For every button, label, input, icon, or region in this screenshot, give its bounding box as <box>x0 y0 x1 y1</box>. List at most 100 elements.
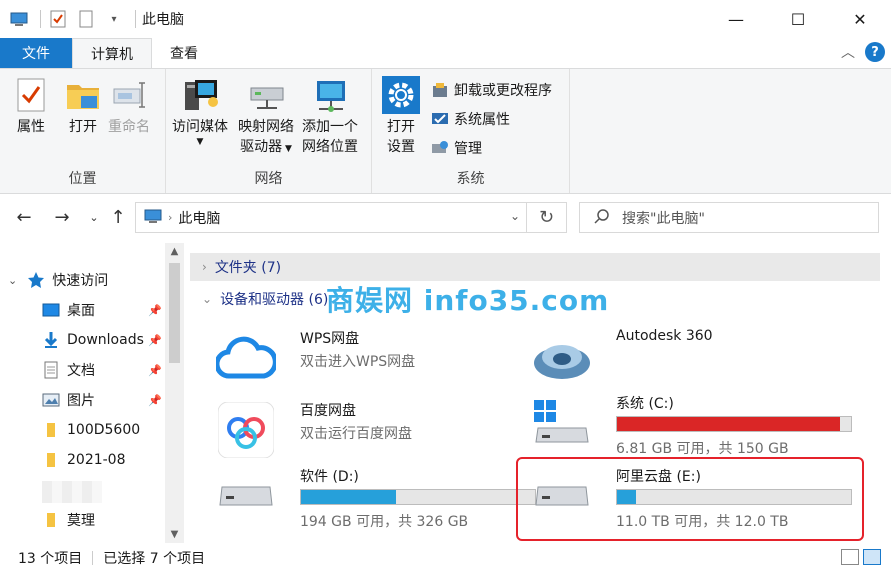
folders-section-header[interactable]: › 文件夹 (7) <box>190 253 880 281</box>
picture-icon <box>42 391 60 409</box>
ribbon: 属性 打开 重命名 位置 访问媒体 ▼ 映射网络 驱动器 ▼ 添加一个 网络位置… <box>0 68 891 194</box>
forward-button[interactable]: → <box>50 205 74 229</box>
tile-subtitle: 双击进入WPS网盘 <box>300 354 416 370</box>
system-properties-icon <box>430 109 450 129</box>
devices-section-header[interactable]: ⌄ 设备和驱动器 (6) <box>190 285 328 313</box>
computer-icon[interactable] <box>8 8 30 30</box>
search-icon <box>594 208 610 228</box>
help-icon[interactable]: ? <box>865 42 885 62</box>
drive-usage-bar <box>616 416 852 432</box>
tile-drive-d[interactable]: 软件 (D:) 194 GB 可用，共 326 GB <box>214 461 544 531</box>
customize-toolbar-chevron-icon[interactable]: ▾ <box>103 8 125 30</box>
drive-free-space: 194 GB 可用，共 326 GB <box>300 514 469 530</box>
nav-item-folder[interactable]: 2021-08 <box>42 445 126 475</box>
uninstall-programs-button[interactable]: 卸载或更改程序 <box>430 77 552 103</box>
separator <box>40 10 41 28</box>
back-button[interactable]: ← <box>12 205 36 229</box>
scrollbar-thumb[interactable] <box>169 263 180 363</box>
nav-label: 莫理 <box>67 513 95 529</box>
open-button[interactable]: 打开 <box>64 75 102 137</box>
desktop-icon <box>42 301 60 319</box>
system-drive-icon <box>530 392 594 454</box>
pin-icon[interactable]: 📌 <box>148 364 162 377</box>
nav-item-downloads[interactable]: Downloads 📌 <box>42 325 162 355</box>
settings-gear-icon <box>382 75 420 115</box>
hard-drive-icon <box>214 465 278 527</box>
add-location-label-2: 网络位置 <box>302 139 358 155</box>
tab-view[interactable]: 查看 <box>152 38 216 68</box>
uninstall-icon <box>430 80 450 100</box>
expand-chevron-icon[interactable]: › <box>202 260 207 274</box>
nav-item-documents[interactable]: 文档 📌 <box>42 355 162 385</box>
nav-item-folder[interactable]: 100D5600 <box>42 415 140 445</box>
selected-count: 已选择 7 个项目 <box>103 550 206 567</box>
folder-open-icon <box>64 75 102 115</box>
map-network-drive-button[interactable]: 映射网络 驱动器 ▼ <box>238 75 294 159</box>
breadcrumb-chevron-icon[interactable]: › <box>168 211 172 224</box>
watermark: 商娱网 info35.com <box>326 284 610 317</box>
tab-file[interactable]: 文件 <box>0 38 72 68</box>
search-box[interactable]: 搜索"此电脑" <box>579 202 879 233</box>
ribbon-group-location: 属性 打开 重命名 位置 <box>0 69 166 193</box>
tile-drive-c[interactable]: 系统 (C:) 6.81 GB 可用，共 150 GB <box>530 388 860 458</box>
title-bar: ▾ 此电脑 — ☐ ✕ <box>0 0 891 38</box>
pin-icon[interactable]: 📌 <box>148 394 162 407</box>
tab-computer[interactable]: 计算机 <box>72 38 152 69</box>
details-view-icon[interactable] <box>841 549 859 565</box>
up-button[interactable]: ↑ <box>106 205 130 229</box>
ribbon-group-network: 访问媒体 ▼ 映射网络 驱动器 ▼ 添加一个 网络位置 网络 <box>166 69 372 193</box>
add-location-label-1: 添加一个 <box>302 119 358 135</box>
tile-autodesk-360[interactable]: Autodesk 360 <box>530 323 860 393</box>
scroll-down-icon[interactable]: ▼ <box>165 529 184 540</box>
map-drive-label-2: 驱动器 <box>240 139 283 155</box>
add-network-location-button[interactable]: 添加一个 网络位置 <box>302 75 358 157</box>
drive-name: 系统 (C:) <box>616 396 674 412</box>
item-count: 13 个项目 <box>18 550 83 567</box>
new-folder-icon[interactable] <box>75 8 97 30</box>
separator <box>135 10 136 28</box>
nav-label: Downloads <box>67 332 144 348</box>
pin-icon[interactable]: 📌 <box>148 304 162 317</box>
nav-quick-access[interactable]: ⌄ 快速访问 <box>8 265 108 295</box>
nav-label: 2021-08 <box>67 452 126 468</box>
properties-icon[interactable] <box>47 8 69 30</box>
open-settings-button[interactable]: 打开 设置 <box>382 75 420 157</box>
address-path: 此电脑 <box>178 210 221 227</box>
close-button[interactable]: ✕ <box>829 0 891 38</box>
address-dropdown-icon[interactable]: ⌄ <box>510 209 520 223</box>
maximize-button[interactable]: ☐ <box>767 0 829 38</box>
window-controls: — ☐ ✕ <box>705 0 891 38</box>
collapse-chevron-icon[interactable]: ⌄ <box>202 292 212 306</box>
system-properties-button[interactable]: 系统属性 <box>430 106 510 132</box>
access-media-button[interactable]: 访问媒体 ▼ <box>172 75 228 147</box>
properties-label: 属性 <box>17 119 45 135</box>
nav-label: 快速访问 <box>52 273 109 289</box>
rename-label: 重命名 <box>108 119 150 135</box>
manage-label: 管理 <box>454 141 482 157</box>
tile-wps-cloud[interactable]: WPS网盘 双击进入WPS网盘 <box>214 323 544 393</box>
refresh-button[interactable]: ↻ <box>527 202 567 233</box>
pin-icon[interactable]: 📌 <box>148 334 162 347</box>
tile-baidu-netdisk[interactable]: 百度网盘 双击运行百度网盘 <box>214 395 544 465</box>
drive-usage-bar <box>300 489 536 505</box>
ribbon-group-system: 打开 设置 卸载或更改程序 系统属性 管理 系统 <box>372 69 570 193</box>
address-bar[interactable]: › 此电脑 ⌄ <box>135 202 527 233</box>
collapse-ribbon-icon[interactable]: ︿ <box>841 42 855 62</box>
group-label-network: 网络 <box>254 171 283 187</box>
scroll-up-icon[interactable]: ▲ <box>165 246 184 257</box>
baidu-netdisk-icon <box>214 399 278 461</box>
ribbon-tabs: 文件 计算机 查看 ︿ ? <box>0 38 891 69</box>
nav-scrollbar[interactable]: ▲ ▼ <box>165 243 184 543</box>
expand-chevron-icon[interactable]: ⌄ <box>8 274 17 287</box>
recent-locations-chevron-icon[interactable]: ⌄ <box>82 205 106 229</box>
minimize-button[interactable]: — <box>705 0 767 38</box>
window-title: 此电脑 <box>142 12 184 28</box>
tiles-view-icon[interactable] <box>863 549 881 565</box>
properties-button[interactable]: 属性 <box>12 75 50 137</box>
nav-item-pictures[interactable]: 图片 📌 <box>42 385 162 415</box>
nav-item-desktop[interactable]: 桌面 📌 <box>42 295 162 325</box>
rename-button[interactable]: 重命名 <box>108 75 150 137</box>
nav-item-folder[interactable]: 莫理 <box>42 505 95 535</box>
wps-cloud-icon <box>214 327 278 389</box>
manage-button[interactable]: 管理 <box>430 135 482 161</box>
